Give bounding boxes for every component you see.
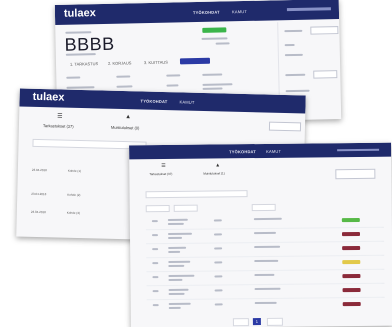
- row-text: Kohde (3): [66, 210, 81, 216]
- row-date: 23.04.2018: [31, 191, 47, 197]
- user-menu[interactable]: [286, 7, 331, 12]
- filter-select-3[interactable]: [251, 203, 276, 212]
- user-menu[interactable]: [337, 148, 380, 152]
- side-select[interactable]: [313, 70, 338, 79]
- tab-tarkastus[interactable]: 1. TARKASTUS: [70, 61, 98, 67]
- stat-reminders[interactable]: Muistutukset (1): [203, 171, 224, 175]
- filter-select-2[interactable]: [173, 204, 198, 212]
- table-row[interactable]: [147, 299, 385, 313]
- list-icon: ☰: [161, 162, 166, 170]
- list-item[interactable]: 23.04.2018 Kohde (1): [30, 165, 140, 180]
- status-badge: [341, 231, 361, 237]
- stats-card: ☰ Tarkastukset (37) ▲ Muistutukset (0): [29, 111, 279, 139]
- table-row[interactable]: [146, 270, 385, 287]
- row-text: Kohde (1): [67, 168, 82, 174]
- page-prev[interactable]: [232, 318, 249, 327]
- checklist-table: [145, 214, 385, 317]
- row-date: 23.04.2018: [31, 167, 47, 173]
- pagination: 1: [232, 317, 293, 327]
- tab-kuittaus[interactable]: 3. KUITTAUS: [144, 60, 168, 66]
- screen-checklist: TYÖKOHDAT KAMUT ☰ Tarkastukset (37) ▲ Mu…: [129, 142, 392, 327]
- tab-korjaus[interactable]: 2. KORJAUS: [108, 60, 131, 65]
- nav-kamut[interactable]: KAMUT: [266, 149, 281, 154]
- table-row[interactable]: [145, 214, 384, 231]
- row-date: 23.04.2018: [30, 209, 46, 215]
- table-row[interactable]: [146, 256, 385, 273]
- filter-select-1[interactable]: [145, 204, 170, 213]
- status-badge: [341, 217, 360, 223]
- topbar: TYÖKOHDAT KAMUT: [129, 142, 392, 160]
- page-current[interactable]: 1: [252, 318, 261, 326]
- status-badge: [342, 287, 361, 293]
- list-item[interactable]: 23.04.2018 Kohde (2): [29, 189, 139, 204]
- row-text: Kohde (2): [67, 192, 81, 198]
- nav-kamut[interactable]: KAMUT: [232, 9, 247, 14]
- page-next[interactable]: [266, 317, 283, 326]
- tabs: 1. TARKASTUS 2. KORJAUS 3. KUITTAUS: [64, 57, 264, 69]
- status-tag: [202, 27, 227, 33]
- side-action-button[interactable]: [310, 26, 339, 35]
- new-item-button[interactable]: [268, 121, 302, 132]
- bell-icon: ▲: [215, 162, 221, 169]
- search-input[interactable]: [145, 190, 248, 199]
- status-badge: [342, 301, 361, 307]
- status-badge: [342, 245, 361, 251]
- nav-tyokohdat[interactable]: TYÖKOHDAT: [193, 10, 220, 16]
- logo: tulaex: [63, 7, 96, 20]
- photo-scene: tulaex TYÖKOHDAT KAMUT BBBB 1. TARKASTUS…: [0, 0, 392, 327]
- nav-tyokohdat[interactable]: TYÖKOHDAT: [229, 149, 256, 154]
- list-item[interactable]: 23.04.2018 Kohde (3): [29, 207, 139, 222]
- stat-inspections[interactable]: Tarkastukset (37): [149, 172, 172, 176]
- results-list: 23.04.2018 Kohde (1) 23.04.2018 Kohde (2…: [28, 165, 140, 238]
- table-row[interactable]: [146, 284, 385, 301]
- status-badge: [342, 273, 361, 279]
- stat-inspections[interactable]: Tarkastukset (37): [43, 123, 74, 129]
- status-badge: [342, 259, 361, 265]
- primary-button[interactable]: [179, 57, 211, 65]
- nav-kamut[interactable]: KAMUT: [180, 99, 195, 104]
- stat-reminders[interactable]: Muistutukset (0): [111, 125, 140, 131]
- stats-card: ☰ Tarkastukset (37) ▲ Muistutukset (1): [135, 159, 315, 187]
- logo: tulaex: [32, 90, 65, 104]
- table-row[interactable]: [145, 228, 385, 245]
- table-row[interactable]: [146, 242, 385, 259]
- nav-tyokohdat[interactable]: TYÖKOHDAT: [141, 98, 168, 104]
- bell-icon: ▲: [125, 114, 132, 121]
- new-item-button[interactable]: [335, 168, 376, 180]
- list-icon: ☰: [57, 113, 63, 120]
